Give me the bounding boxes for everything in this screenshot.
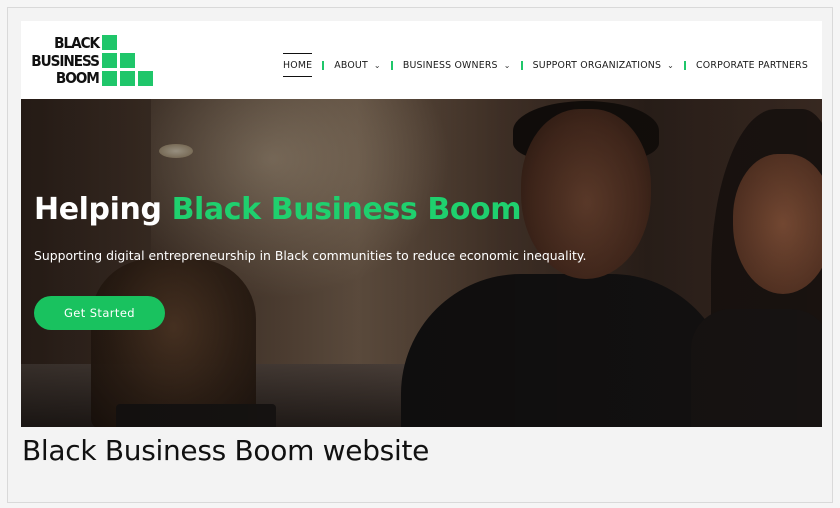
nav-item-label: BUSINESS OWNERS <box>402 59 498 71</box>
nav-item-business-owners[interactable]: BUSINESS OWNERS ⌄ <box>403 51 511 79</box>
hero-title-lead: Helping <box>34 192 162 227</box>
nav-item-home[interactable]: HOME <box>283 51 313 79</box>
get-started-button[interactable]: Get Started <box>34 296 165 330</box>
screenshot-caption: Black Business Boom website <box>22 434 430 467</box>
main-nav: HOME ABOUT ⌄ BUSINESS OWNERS ⌄ SUPPORT O… <box>283 51 808 79</box>
logo-square <box>138 71 153 86</box>
logo-text-line3: BOOM <box>56 69 100 87</box>
logo-square <box>120 71 135 86</box>
nav-item-label: CORPORATE PARTNERS <box>696 59 808 71</box>
nav-item-label: HOME <box>283 59 313 71</box>
hero-banner: Helping Black Business Boom Supporting d… <box>21 99 822 427</box>
logo-square <box>102 53 117 68</box>
hero-subtitle: Supporting digital entrepreneurship in B… <box>34 248 587 263</box>
hero-title-accent: Black Business Boom <box>171 192 522 227</box>
hero-overlay <box>21 99 822 427</box>
nav-item-corporate-partners[interactable]: CORPORATE PARTNERS <box>696 51 808 79</box>
site-header: BLACK BUSINESS BOOM HOME ABOUT ⌄ BUSINES… <box>21 21 822 99</box>
nav-separator <box>520 60 523 70</box>
logo-square <box>102 71 117 86</box>
nav-item-label: SUPPORT ORGANIZATIONS <box>532 59 662 71</box>
logo-text-line2: BUSINESS <box>31 52 100 70</box>
logo-square <box>102 35 117 50</box>
chevron-down-icon: ⌄ <box>373 60 381 70</box>
site-logo[interactable]: BLACK BUSINESS BOOM <box>31 33 157 89</box>
nav-item-about[interactable]: ABOUT ⌄ <box>334 51 381 79</box>
nav-separator <box>390 60 393 70</box>
website-viewport: BLACK BUSINESS BOOM HOME ABOUT ⌄ BUSINES… <box>21 21 822 427</box>
nav-separator <box>684 60 687 70</box>
logo-square <box>120 53 135 68</box>
nav-separator <box>322 60 325 70</box>
nav-item-label: ABOUT <box>334 59 368 71</box>
chevron-down-icon: ⌄ <box>503 60 511 70</box>
nav-item-support-organizations[interactable]: SUPPORT ORGANIZATIONS ⌄ <box>533 51 674 79</box>
hero-title: Helping Black Business Boom <box>34 192 522 227</box>
chevron-down-icon: ⌄ <box>667 60 675 70</box>
logo-text-line1: BLACK <box>54 34 100 52</box>
